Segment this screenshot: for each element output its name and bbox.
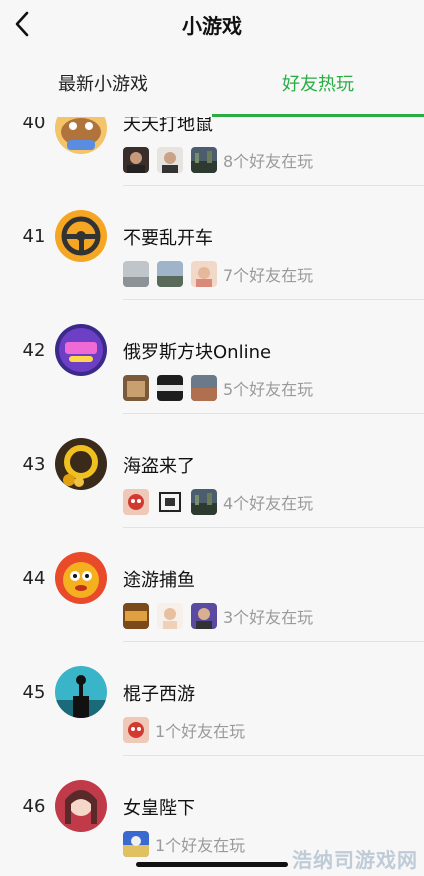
friend-avatar (157, 489, 183, 515)
game-list: 40 天天打地鼠 8个好友在玩 41 不要乱开车 7个好友在玩 42 俄罗斯方块… (0, 117, 424, 876)
friend-avatar (123, 717, 149, 743)
game-icon (55, 666, 107, 718)
game-icon (55, 324, 107, 376)
friends-count: 8个好友在玩 (223, 152, 314, 171)
friend-avatar (123, 261, 149, 287)
game-name: 俄罗斯方块Online (123, 342, 272, 363)
friends-playing: 4个好友在玩 (123, 489, 313, 515)
friends-count: 3个好友在玩 (223, 608, 314, 627)
friends-playing: 3个好友在玩 (123, 603, 313, 629)
rank-number: 46 (22, 796, 46, 817)
friend-avatar (123, 489, 149, 515)
tab-bar: 最新小游戏 好友热玩 (0, 48, 424, 116)
rank-number: 44 (22, 568, 46, 589)
game-icon (55, 210, 107, 262)
friends-count: 7个好友在玩 (223, 266, 314, 285)
friend-avatar (157, 603, 183, 629)
rank-number: 43 (22, 454, 46, 475)
list-item[interactable]: 40 天天打地鼠 8个好友在玩 (0, 117, 424, 186)
game-icon (55, 552, 107, 604)
list-item[interactable]: 42 俄罗斯方块Online 5个好友在玩 (0, 300, 424, 414)
game-name: 海盗来了 (123, 456, 195, 477)
home-indicator (136, 862, 288, 867)
friends-playing: 8个好友在玩 (123, 147, 313, 173)
friends-count: 4个好友在玩 (223, 494, 314, 513)
game-name: 女皇陛下 (123, 798, 195, 819)
tab-friends-hot[interactable]: 好友热玩 (282, 70, 354, 96)
friend-avatar (191, 603, 217, 629)
friends-count: 1个好友在玩 (155, 722, 246, 741)
watermark: 浩纳司游戏网 (292, 848, 418, 872)
game-icon (55, 117, 107, 154)
friend-avatar (191, 147, 217, 173)
list-item[interactable]: 43 海盗来了 4个好友在玩 (0, 414, 424, 528)
game-name: 不要乱开车 (123, 228, 213, 249)
friend-avatar (123, 375, 149, 401)
rank-number: 45 (22, 682, 46, 703)
friends-playing: 7个好友在玩 (123, 261, 313, 287)
friend-avatar (123, 831, 149, 857)
game-name: 棍子西游 (123, 684, 195, 705)
friends-playing: 1个好友在玩 (123, 717, 245, 743)
game-name: 天天打地鼠 (123, 117, 213, 135)
list-item[interactable]: 41 不要乱开车 7个好友在玩 (0, 186, 424, 300)
friend-avatar (191, 489, 217, 515)
friend-avatar (157, 261, 183, 287)
rank-number: 40 (22, 117, 46, 133)
rank-number: 41 (22, 226, 46, 247)
friend-avatar (157, 375, 183, 401)
rank-number: 42 (22, 340, 46, 361)
friends-playing: 1个好友在玩 (123, 831, 245, 857)
nav-bar: 小游戏 (0, 0, 424, 48)
friends-count: 5个好友在玩 (223, 380, 314, 399)
list-item[interactable]: 44 途游捕鱼 3个好友在玩 (0, 528, 424, 642)
tab-latest-games[interactable]: 最新小游戏 (58, 70, 148, 96)
game-icon (55, 438, 107, 490)
friends-playing: 5个好友在玩 (123, 375, 313, 401)
page-title: 小游戏 (182, 14, 242, 38)
game-icon (55, 780, 107, 832)
friend-avatar (123, 147, 149, 173)
game-name: 途游捕鱼 (123, 570, 195, 591)
friend-avatar (191, 375, 217, 401)
friends-count: 1个好友在玩 (155, 836, 246, 855)
friend-avatar (123, 603, 149, 629)
friend-avatar (157, 147, 183, 173)
friend-avatar (191, 261, 217, 287)
list-item[interactable]: 45 棍子西游 1个好友在玩 (0, 642, 424, 756)
